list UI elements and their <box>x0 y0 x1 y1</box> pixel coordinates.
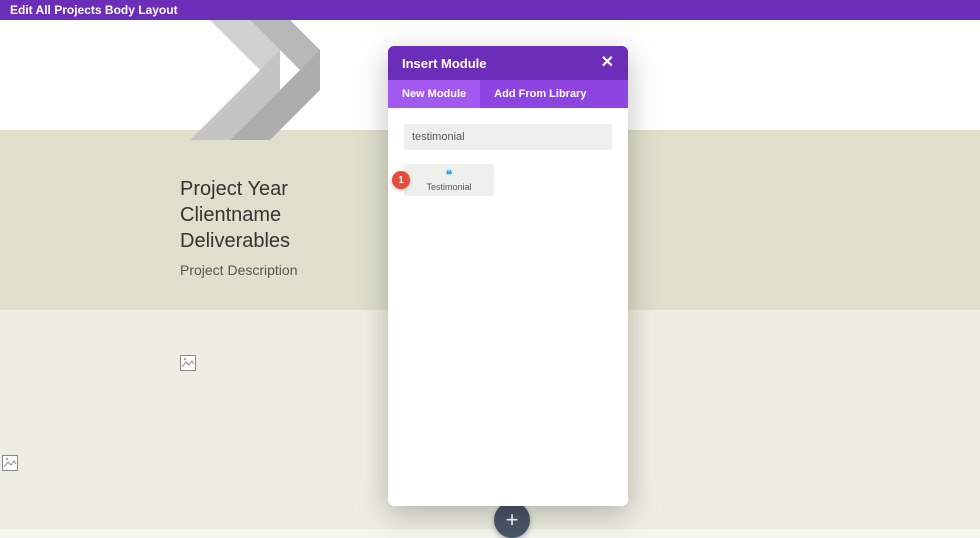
close-icon[interactable]: ✕ <box>601 55 614 71</box>
modal-title: Insert Module <box>402 56 487 71</box>
project-deliverables: Deliverables <box>180 228 298 254</box>
quote-icon: ❝ <box>446 169 452 181</box>
modal-body: 1 ❝ Testimonial <box>388 108 628 506</box>
top-bar: Edit All Projects Body Layout <box>0 0 980 20</box>
broken-image-icon <box>180 355 196 371</box>
insert-module-modal: Insert Module ✕ New Module Add From Libr… <box>388 46 628 506</box>
modal-header: Insert Module ✕ <box>388 46 628 80</box>
modal-tabs: New Module Add From Library <box>388 80 628 108</box>
plus-icon: + <box>506 507 519 533</box>
add-module-fab[interactable]: + <box>494 502 530 538</box>
module-label: Testimonial <box>426 182 471 192</box>
project-year: Project Year <box>180 176 298 202</box>
annotation-badge: 1 <box>392 171 410 189</box>
tab-new-module[interactable]: New Module <box>388 80 480 108</box>
project-client: Clientname <box>180 202 298 228</box>
module-item-testimonial[interactable]: 1 ❝ Testimonial <box>404 164 494 196</box>
module-grid: 1 ❝ Testimonial <box>404 164 612 196</box>
module-search-input[interactable] <box>404 124 612 150</box>
project-description: Project Description <box>180 262 298 278</box>
project-text-block: Project Year Clientname Deliverables Pro… <box>180 176 298 278</box>
top-bar-title: Edit All Projects Body Layout <box>10 3 178 17</box>
tab-add-from-library[interactable]: Add From Library <box>480 80 600 108</box>
broken-image-icon <box>2 455 18 471</box>
